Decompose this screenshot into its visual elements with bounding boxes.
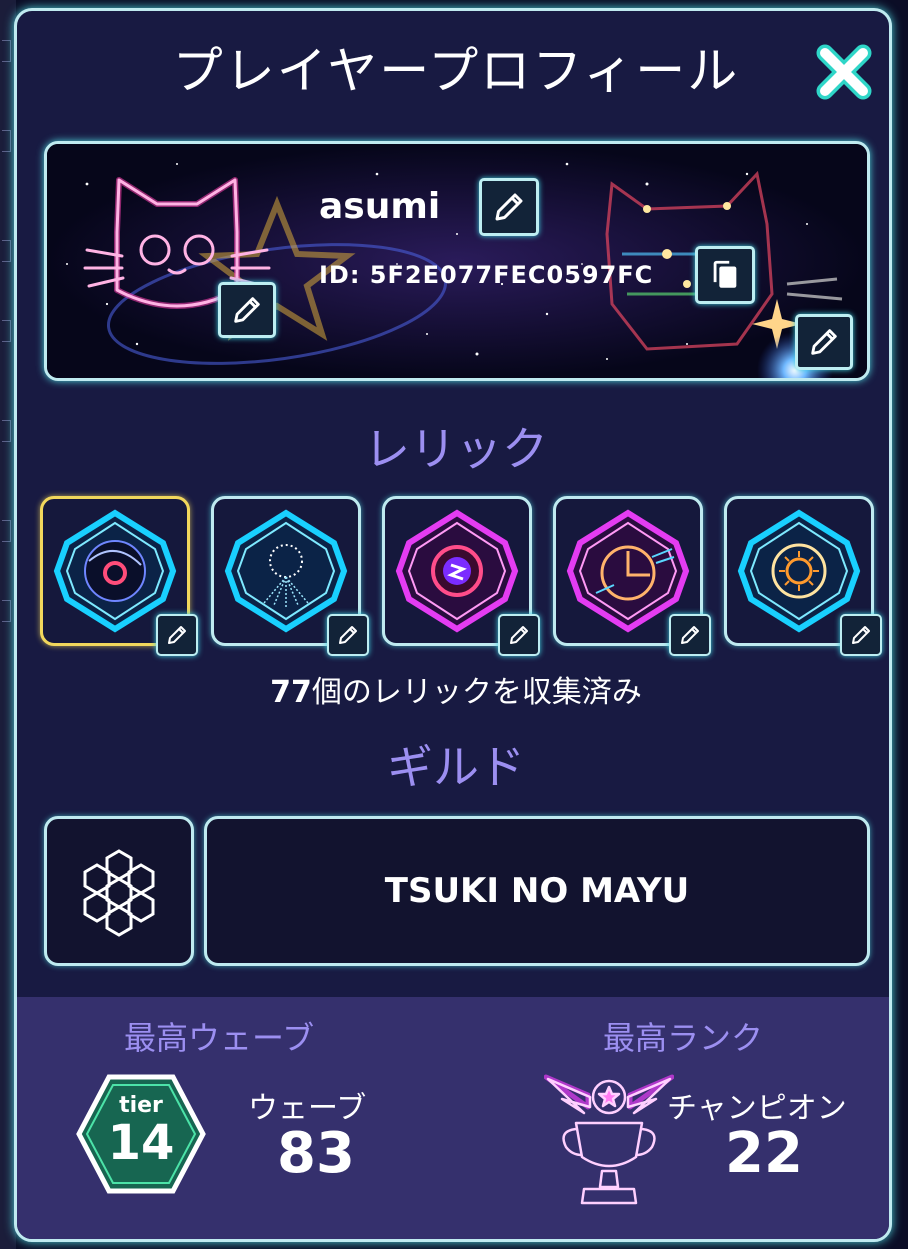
guild-name: TSUKI NO MAYU [384, 871, 690, 911]
player-id: ID: 5F2E077FEC0597FC [319, 261, 654, 289]
relic-count-text: 77個のレリックを収集済み [17, 667, 889, 711]
best-wave-value: 83 [277, 1121, 355, 1186]
pencil-icon [495, 193, 523, 221]
edit-relic-2-button[interactable] [327, 614, 369, 656]
edit-banner-button[interactable] [795, 314, 853, 370]
relic-count-suffix: 個のレリックを収集済み [311, 675, 642, 710]
stats-section: 最高ウェーブ tier 14 ウェーブ 83 最高ランク チャンピオン 22 [17, 997, 889, 1239]
profile-banner: asumi ID: 5F2E077FEC0597FC [44, 141, 870, 381]
pencil-icon [852, 626, 870, 644]
guild-name-button[interactable]: TSUKI NO MAYU [204, 816, 870, 966]
pencil-icon [168, 626, 186, 644]
close-icon [816, 44, 872, 100]
guild-icon-button[interactable] [44, 816, 194, 966]
edit-relic-1-button[interactable] [156, 614, 198, 656]
best-wave-title: 最高ウェーブ [124, 1019, 315, 1057]
hexagon-cluster-icon [83, 849, 155, 937]
edit-relic-4-button[interactable] [669, 614, 711, 656]
pencil-icon [234, 297, 260, 323]
player-profile-dialog: プレイヤープロフィール asumi ID: 5F2E077FEC0597FC レ… [14, 8, 892, 1242]
guild-title: ギルド [387, 740, 525, 794]
winged-trophy-icon [544, 1074, 674, 1205]
pencil-icon [510, 626, 528, 644]
pencil-icon [339, 626, 357, 644]
edit-relic-3-button[interactable] [498, 614, 540, 656]
copy-icon [713, 260, 737, 288]
edit-username-button[interactable] [479, 178, 539, 236]
tier-value: 14 [107, 1115, 175, 1171]
pencil-icon [811, 329, 837, 355]
relic-count-value: 77 [270, 675, 312, 710]
relics-title: レリック [364, 422, 548, 476]
edit-relic-5-button[interactable] [840, 614, 882, 656]
username: asumi [319, 186, 441, 227]
copy-id-button[interactable] [695, 246, 755, 304]
dialog-title: プレイヤープロフィール [172, 42, 740, 100]
best-rank-value: 22 [725, 1121, 803, 1186]
best-rank-title: 最高ランク [603, 1019, 764, 1057]
close-button[interactable] [813, 41, 875, 103]
edit-avatar-button[interactable] [218, 282, 276, 338]
pencil-icon [681, 626, 699, 644]
